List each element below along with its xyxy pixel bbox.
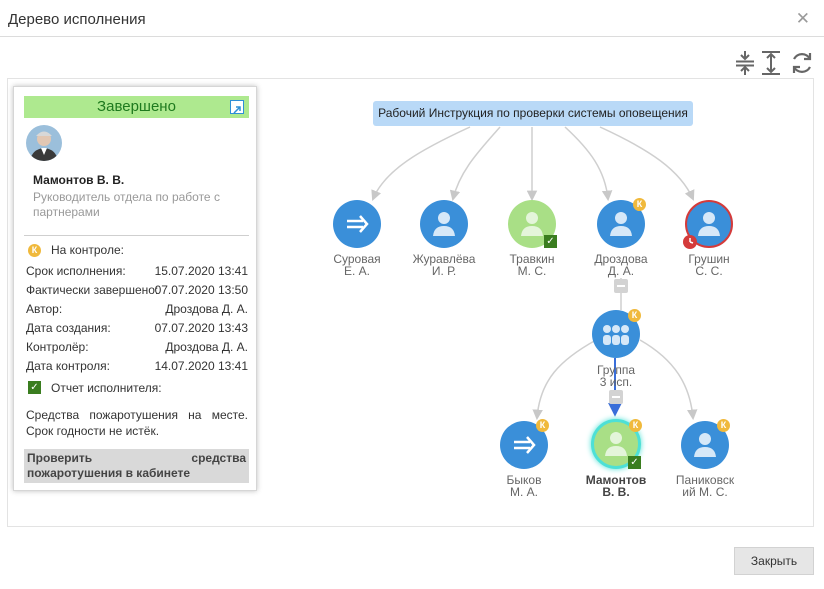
task-card: Завершено Мамонтов В. В. Руководитель от… <box>13 86 257 491</box>
field-value: 07.07.2020 13:50 <box>154 283 248 297</box>
field-row-deadline: Срок исполнения: 15.07.2020 13:41 <box>26 264 248 280</box>
report-text: Средства пожаротушения на месте. Срок го… <box>26 408 248 438</box>
node-label-line: М. А. <box>509 485 538 499</box>
field-label: Контролёр: <box>26 340 89 354</box>
field-label: Дата создания: <box>26 321 111 335</box>
control-badge-icon: К <box>536 419 549 432</box>
field-value: 07.07.2020 13:43 <box>154 321 248 335</box>
check-icon: ✓ <box>28 381 41 394</box>
status-badge: Завершено <box>24 96 249 118</box>
node-label-panikovsky: Паниковск ий М. С. <box>660 474 750 498</box>
field-value: 14.07.2020 13:41 <box>154 359 248 373</box>
edge-root-drozdova <box>564 126 613 202</box>
collapse-node-icon[interactable] <box>614 279 628 293</box>
task-description: Проверить средства пожаротушения в кабин… <box>24 449 249 483</box>
forward-arrow-icon <box>347 215 369 233</box>
close-button[interactable]: Закрыть <box>734 547 814 575</box>
control-badge-icon: К <box>717 419 730 432</box>
person-role: Руководитель отдела по работе с партнера… <box>33 190 220 219</box>
field-row-control-date: Дата контроля: 14.07.2020 13:41 <box>26 359 248 375</box>
node-zhuravleva[interactable] <box>420 200 468 248</box>
control-badge-icon: К <box>628 309 641 322</box>
report-label: Отчет исполнителя: <box>51 381 162 395</box>
node-label-mamontov: Мамонтов В. В. <box>571 474 661 498</box>
open-link-icon[interactable] <box>230 100 244 114</box>
edge-root-grushin <box>599 126 695 201</box>
node-label-line: ий М. С. <box>682 485 728 499</box>
divider <box>24 235 249 236</box>
completed-check-icon: ✓ <box>628 456 641 469</box>
node-label-line: 3 исп. <box>599 375 633 389</box>
status-label: Завершено <box>97 98 176 115</box>
field-label: Дата контроля: <box>26 359 111 373</box>
field-row-created: Дата создания: 07.07.2020 13:43 <box>26 321 248 337</box>
field-label: Автор: <box>26 302 63 316</box>
node-label-line: М. С. <box>517 264 547 278</box>
node-label-bykov: Быков М. А. <box>479 474 569 498</box>
node-label-line: В. В. <box>602 485 630 499</box>
completed-check-icon: ✓ <box>544 235 557 248</box>
control-badge-icon: К <box>633 198 646 211</box>
node-surovaya[interactable] <box>333 200 381 248</box>
user-icon <box>433 212 455 236</box>
person-name: Мамонтов В. В. <box>33 173 125 187</box>
on-control-label: На контроле: <box>51 243 124 257</box>
field-value: Дроздова Д. А. <box>165 302 248 316</box>
node-label-grushin: Грушин С. С. <box>664 253 754 277</box>
collapse-group-icon[interactable] <box>609 390 623 404</box>
edge-root-zhuravleva <box>449 126 501 202</box>
control-badge-icon: К <box>629 419 642 432</box>
edge-root-surovaya <box>371 126 471 201</box>
node-label-zhuravleva: Журавлёва И. Р. <box>399 253 489 277</box>
node-label-line: Е. А. <box>343 264 370 278</box>
field-row-author: Автор: Дроздова Д. А. <box>26 302 248 318</box>
node-label-line: С. С. <box>695 264 723 278</box>
node-label-line: Д. А. <box>607 264 635 278</box>
overdue-clock-icon <box>683 235 697 249</box>
node-label-line: И. Р. <box>431 264 457 278</box>
field-label: Фактически завершено: <box>26 283 159 297</box>
field-label: Срок исполнения: <box>26 264 126 278</box>
node-label-surovaya: Суровая Е. А. <box>312 253 402 277</box>
control-badge-icon: К <box>28 244 41 257</box>
root-task-node[interactable]: Рабочий Инструкция по проверки системы о… <box>373 101 693 126</box>
node-label-drozdova: Дроздова Д. А. <box>576 253 666 277</box>
node-label-group: Группа 3 исп. <box>571 364 661 388</box>
field-value: Дроздова Д. А. <box>165 340 248 354</box>
node-label-travkin: Травкин М. С. <box>487 253 577 277</box>
avatar <box>26 125 62 161</box>
field-row-completed: Фактически завершено: 07.07.2020 13:50 <box>26 283 248 299</box>
field-row-controller: Контролёр: Дроздова Д. А. <box>26 340 248 356</box>
field-value: 15.07.2020 13:41 <box>154 264 248 278</box>
